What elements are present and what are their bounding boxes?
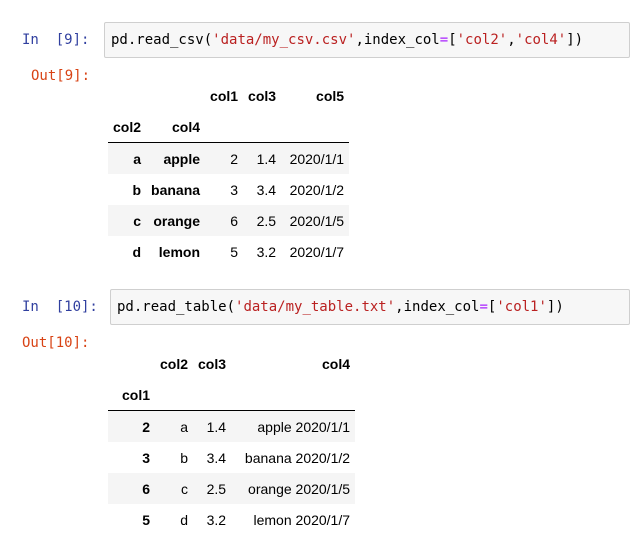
blank-header — [205, 111, 244, 143]
code-operator: = — [439, 32, 449, 48]
code-text: ,index_col — [395, 299, 480, 315]
table-cell: 5 — [230, 243, 239, 260]
column-header-row: col2 col3 col4 — [108, 348, 355, 379]
code-string: 'col2' — [456, 32, 508, 48]
dataframe-output: col2 col3 col4 col1 2 a 1.4 apple 2020/1… — [108, 348, 356, 535]
column-header: col5 — [316, 87, 345, 104]
table-cell: 2.5 — [193, 473, 232, 504]
table-cell: 3.2 — [206, 511, 227, 528]
table-row: 6 c 2.5 orange 2020/1/5 — [108, 473, 356, 504]
index-cell: apple — [146, 142, 206, 174]
table-cell: c — [155, 473, 194, 504]
column-header: col2 — [160, 355, 189, 372]
code-text: , — [507, 32, 516, 48]
table-cell: banana 2020/1/2 — [244, 449, 351, 466]
output-prompt: Out[10]: — [22, 335, 90, 351]
column-header-row: col1 col3 col5 — [108, 80, 349, 111]
index-cell: 3 — [142, 449, 150, 466]
column-header: col1 — [210, 87, 239, 104]
code-text: pd.read_table( — [117, 299, 236, 315]
code-string: 'data/my_table.txt' — [235, 299, 396, 315]
blank-header — [155, 379, 194, 411]
code-text: ,index_col — [355, 32, 440, 48]
index-name-row: col2 col4 — [108, 111, 350, 143]
blank-header — [146, 80, 205, 111]
index-name-row: col1 — [108, 379, 356, 411]
blank-header — [108, 80, 146, 111]
table-row: c orange 6 2.5 2020/1/5 — [108, 205, 350, 236]
table-row: a apple 2 1.4 2020/1/1 — [108, 142, 350, 174]
table-cell: d — [180, 511, 189, 528]
table-row: 2 a 1.4 apple 2020/1/1 — [108, 410, 356, 442]
index-cell: a — [108, 142, 147, 174]
column-header: col3 — [198, 355, 227, 372]
table-cell: 3 — [230, 181, 239, 198]
table-row: 3 b 3.4 banana 2020/1/2 — [108, 442, 355, 473]
index-cell: b — [132, 181, 142, 198]
table-cell: 3.4 — [256, 181, 277, 198]
index-cell: 5 — [142, 511, 150, 528]
table-cell: 3.4 — [206, 449, 227, 466]
table-cell: 3.2 — [256, 243, 277, 260]
index-cell: 2 — [108, 410, 155, 442]
index-name: col4 — [146, 111, 206, 143]
table-cell: b — [180, 449, 189, 466]
table-cell: 1.4 — [243, 142, 282, 174]
table-cell: 2020/1/5 — [281, 205, 350, 236]
table-row: d lemon 5 3.2 2020/1/7 — [108, 236, 349, 267]
table-row: 5 d 3.2 lemon 2020/1/7 — [108, 504, 355, 535]
table-cell: 2020/1/2 — [289, 181, 345, 198]
table-cell: 6 — [205, 205, 244, 236]
column-header: col4 — [322, 355, 351, 372]
table-cell: a — [155, 410, 194, 442]
blank-header — [231, 379, 356, 411]
table-cell: 2 — [205, 142, 244, 174]
table-cell: lemon 2020/1/7 — [253, 511, 351, 528]
code-operator: = — [479, 299, 488, 315]
index-cell: d — [132, 243, 142, 260]
table-cell: 2020/1/7 — [289, 243, 345, 260]
code-text: ]) — [566, 32, 584, 48]
index-cell: c — [108, 205, 147, 236]
code-input-cell[interactable]: pd.read_csv('data/my_csv.csv',index_col=… — [104, 22, 630, 58]
index-name: col2 — [108, 111, 147, 143]
code-text: pd.read_csv( — [111, 32, 213, 48]
blank-header — [193, 379, 232, 411]
input-prompt: In [9]: — [22, 32, 90, 48]
blank-header — [243, 111, 282, 143]
index-cell: 6 — [108, 473, 155, 504]
table-cell: apple 2020/1/1 — [231, 410, 356, 442]
code-string: 'col4' — [515, 32, 567, 48]
blank-header — [281, 111, 350, 143]
index-name: col1 — [108, 379, 155, 411]
code-text: ]) — [546, 299, 564, 315]
table-cell: 2020/1/1 — [281, 142, 350, 174]
index-cell: lemon — [158, 243, 201, 260]
column-header: col3 — [248, 87, 277, 104]
blank-header — [108, 348, 155, 379]
table-cell: 2.5 — [243, 205, 282, 236]
output-prompt: Out[9]: — [31, 68, 91, 84]
input-prompt: In [10]: — [22, 299, 98, 315]
dataframe-output: col1 col3 col5 col2 col4 a apple 2 1.4 2… — [108, 80, 350, 267]
code-string: 'col1' — [496, 299, 547, 315]
code-text: [ — [448, 32, 457, 48]
table-cell: 1.4 — [193, 410, 232, 442]
table-cell: orange 2020/1/5 — [231, 473, 356, 504]
code-string: 'data/my_csv.csv' — [212, 32, 356, 48]
code-input-cell[interactable]: pd.read_table('data/my_table.txt',index_… — [110, 289, 630, 325]
index-cell: banana — [151, 181, 201, 198]
index-cell: orange — [146, 205, 206, 236]
table-row: b banana 3 3.4 2020/1/2 — [108, 174, 349, 205]
